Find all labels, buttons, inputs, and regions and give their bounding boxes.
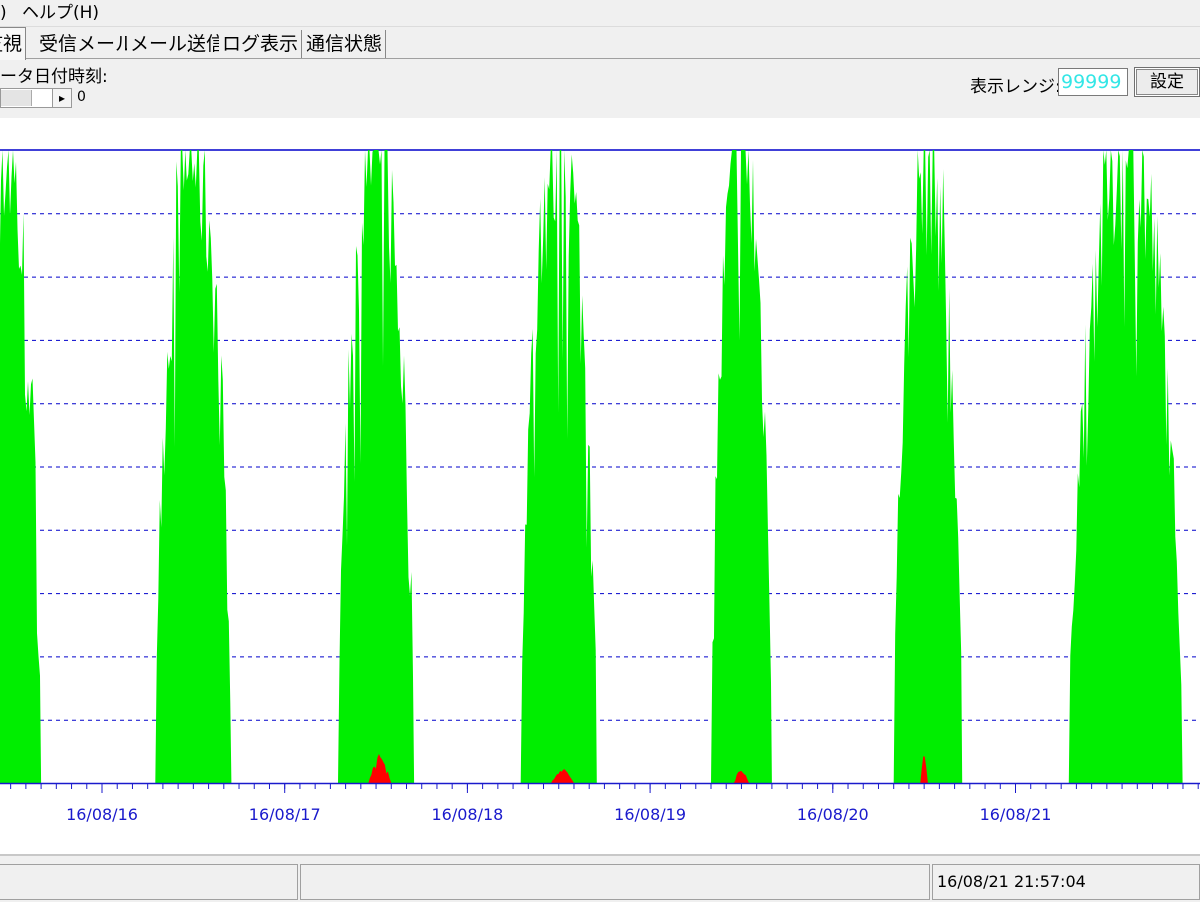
chart: 16/08/16 16/08/17 16/08/18 16/08/19 16/08/20… — [0, 118, 1200, 854]
menu-item-help[interactable]: ヘルプ(H) — [22, 0, 99, 26]
tab-log-view[interactable]: ログ表示 — [219, 30, 303, 58]
green-series-day — [711, 150, 772, 783]
scroll-right-arrow-icon[interactable]: ▸ — [52, 89, 71, 107]
status-pane-1 — [0, 864, 298, 900]
menu-bar: ) ヘルプ(H) — [0, 0, 1200, 27]
menu-item-partial[interactable]: ) — [0, 0, 7, 26]
data-datetime-label: ータ日付時刻: — [0, 67, 108, 87]
green-series-day — [338, 150, 415, 783]
green-series-day — [893, 150, 963, 783]
tab-connection-status[interactable]: 通信状態 — [303, 30, 387, 58]
status-bar: 16/08/21 21:57:04 — [0, 854, 1200, 902]
chart-x-axis: 16/08/16 16/08/17 16/08/18 16/08/19 16/08/20… — [0, 782, 1200, 824]
set-button[interactable]: 設定 — [1134, 67, 1200, 97]
status-datetime: 16/08/21 21:57:04 — [932, 864, 1200, 900]
green-series-day — [520, 150, 597, 783]
tab-received-mail[interactable]: 受信メール — [36, 30, 139, 58]
status-pane-2 — [300, 864, 930, 900]
x-axis-tick-label: 16/08/20 — [797, 805, 869, 824]
range-label: 表示レンジ: — [970, 77, 1061, 97]
green-series-day — [0, 150, 42, 783]
scroll-thumb[interactable] — [1, 90, 32, 106]
x-axis-tick-label: 16/08/16 — [66, 805, 138, 824]
tab-send-mail[interactable]: メール送信 — [127, 30, 230, 58]
scroll-value: 0 — [77, 89, 86, 105]
chart-series — [0, 150, 1183, 783]
x-axis-tick-label: 16/08/21 — [980, 805, 1052, 824]
datetime-scrollbar[interactable]: ▸ — [0, 88, 72, 108]
tab-bar: 監視 受信メール メール送信 ログ表示 通信状態 — [0, 27, 1200, 60]
tab-monitor[interactable]: 監視 — [0, 27, 27, 60]
x-axis-tick-label: 16/08/18 — [431, 805, 503, 824]
range-input[interactable] — [1058, 68, 1128, 96]
x-axis-tick-label: 16/08/19 — [614, 805, 686, 824]
green-series-day — [1068, 150, 1183, 783]
green-series-day — [155, 150, 232, 783]
x-axis-tick-label: 16/08/17 — [249, 805, 321, 824]
